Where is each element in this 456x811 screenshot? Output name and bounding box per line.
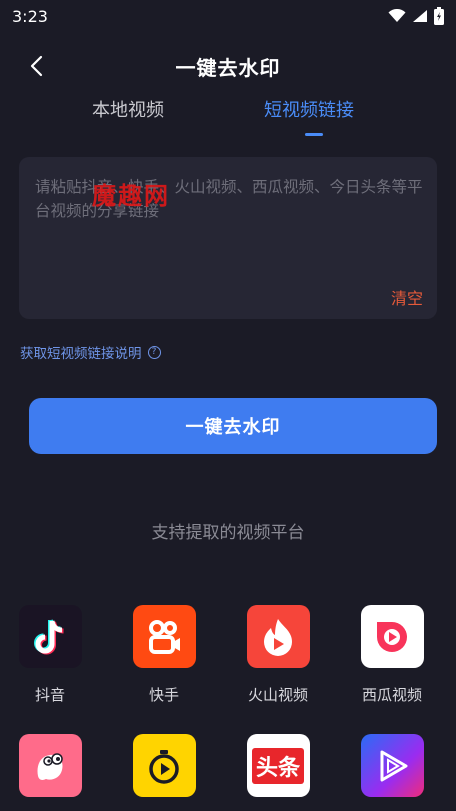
platform-label: 抖音: [34, 686, 65, 704]
platforms-title: 支持提取的视频平台: [151, 523, 305, 543]
page-title: 一键去水印: [175, 55, 281, 80]
status-icons: [388, 7, 444, 25]
haokan-icon: [360, 734, 424, 797]
signal-icon: [413, 10, 427, 22]
question-circle-icon: ?: [147, 345, 161, 359]
status-bar: 3:23: [0, 0, 456, 32]
platform-label: 西瓜视频: [361, 686, 422, 704]
tab-bar: 本地视频 短视频链接: [0, 96, 456, 142]
status-time: 3:23: [12, 6, 48, 26]
platform-xigua[interactable]: 西瓜视频: [347, 605, 437, 705]
tab-active-indicator: [305, 133, 323, 136]
clear-button[interactable]: 清空: [391, 285, 423, 309]
platform-label: 火山视频: [247, 686, 308, 704]
watermark-overlay: 魔趣网: [92, 182, 170, 210]
back-button[interactable]: [20, 50, 52, 82]
tab-local-video[interactable]: 本地视频: [92, 96, 164, 122]
huoshan-icon: [246, 605, 310, 668]
chevron-left-icon: [30, 55, 43, 77]
help-link-label: 获取短视频链接说明: [20, 346, 142, 362]
toutiao-icon: 头条: [246, 734, 310, 797]
toutiao-logo-text: 头条: [251, 747, 304, 784]
tab-short-video-link[interactable]: 短视频链接: [264, 96, 354, 122]
weishi-icon: [132, 734, 196, 797]
xigua-icon: [360, 605, 424, 668]
platform-douyin[interactable]: 抖音: [5, 605, 95, 705]
link-input[interactable]: 请粘贴抖音、快手、火山视频、西瓜视频、今日头条等平台视频的分享链接 清空: [19, 157, 437, 319]
platform-weishi[interactable]: [119, 734, 209, 811]
help-link[interactable]: 获取短视频链接说明 ?: [20, 342, 161, 362]
douyin-icon: [18, 605, 82, 668]
header: 一键去水印: [0, 44, 456, 88]
battery-icon: [434, 7, 444, 25]
platform-pipixia[interactable]: [5, 734, 95, 811]
platform-huoshan[interactable]: 火山视频: [233, 605, 323, 705]
platform-toutiao[interactable]: 头条: [233, 734, 323, 811]
platform-haokan[interactable]: [347, 734, 437, 811]
wifi-icon: [388, 9, 406, 22]
remove-watermark-button[interactable]: 一键去水印: [29, 398, 437, 454]
pipixia-icon: [18, 734, 82, 797]
platform-kuaishou[interactable]: 快手: [119, 605, 209, 705]
kuaishou-icon: [132, 605, 196, 668]
platform-label: 快手: [148, 686, 179, 704]
